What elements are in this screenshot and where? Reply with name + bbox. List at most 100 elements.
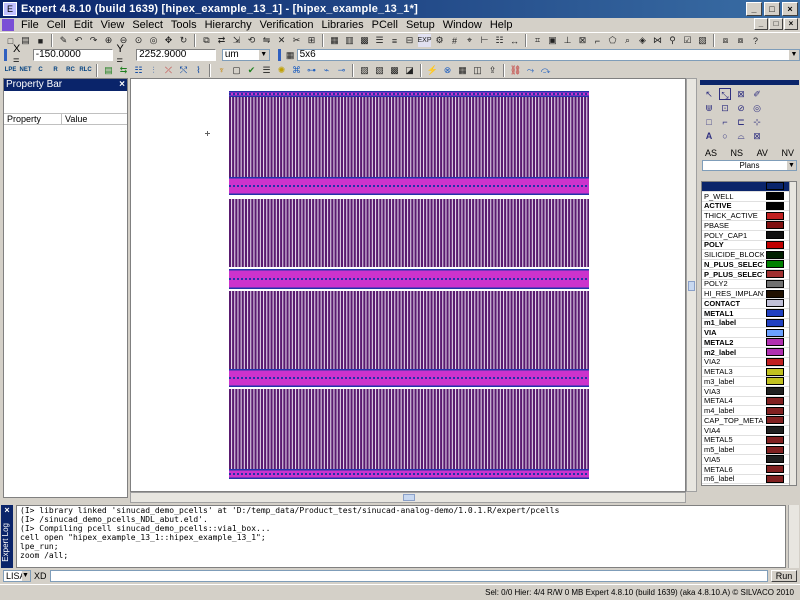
merge-icon[interactable]: ⊞ bbox=[305, 34, 318, 47]
mdi-restore-button[interactable]: □ bbox=[769, 18, 783, 30]
zoom-box-icon[interactable]: ◎ bbox=[147, 34, 160, 47]
layer-color-swatch[interactable] bbox=[766, 250, 784, 259]
layer-row[interactable]: P_WELL bbox=[702, 192, 796, 202]
trace-icon[interactable]: ⌁ bbox=[320, 64, 333, 77]
view-3d-icon[interactable]: ◪ bbox=[403, 64, 416, 77]
layout-canvas[interactable] bbox=[130, 78, 686, 492]
connect-icon[interactable]: ⌇ bbox=[192, 64, 205, 77]
layer-color-swatch[interactable] bbox=[766, 328, 784, 337]
rc-view-icon[interactable]: ⊗ bbox=[441, 64, 454, 77]
layer-color-swatch[interactable] bbox=[766, 406, 784, 415]
layer-row[interactable]: POLY2 bbox=[702, 279, 796, 290]
layer-color-swatch[interactable] bbox=[766, 289, 784, 298]
path-tool-icon[interactable]: ⌐ bbox=[719, 116, 731, 128]
value-column-header[interactable]: Value bbox=[62, 114, 87, 124]
zoom-in-icon[interactable]: ⊕ bbox=[102, 34, 115, 47]
filter-icon[interactable]: ⫶ bbox=[147, 64, 160, 77]
layer-row[interactable]: N_PLUS_SELECT bbox=[702, 260, 796, 270]
lpe-button[interactable]: LPE bbox=[4, 64, 17, 77]
lightbulb-icon[interactable]: ✺ bbox=[275, 64, 288, 77]
drc-icon[interactable]: ▤ bbox=[102, 64, 115, 77]
layer-row[interactable]: CAP_TOP_METAL bbox=[702, 416, 796, 426]
report-icon[interactable]: ▧ bbox=[696, 34, 709, 47]
layer-row[interactable]: METAL5 bbox=[702, 435, 796, 446]
layer-color-swatch[interactable] bbox=[766, 182, 784, 191]
layer-color-swatch[interactable] bbox=[766, 445, 784, 454]
view-layout-icon[interactable]: ▧ bbox=[373, 64, 386, 77]
tab-as[interactable]: AS bbox=[705, 148, 717, 158]
circle-target-icon[interactable]: ◎ bbox=[751, 102, 763, 114]
pin-icon[interactable]: ⊥ bbox=[561, 34, 574, 47]
probe-net-icon[interactable]: ⤼ bbox=[539, 64, 552, 77]
highlight-icon[interactable]: ◈ bbox=[636, 34, 649, 47]
language-select[interactable]: LISA ▼ bbox=[3, 570, 31, 582]
layer-row[interactable] bbox=[702, 182, 796, 192]
layers-icon[interactable]: ☷ bbox=[493, 34, 506, 47]
distribute-icon[interactable]: ≡ bbox=[388, 34, 401, 47]
layer-color-swatch[interactable] bbox=[766, 260, 784, 269]
y-coordinate-field[interactable]: 2252.9000 bbox=[136, 49, 216, 61]
via-icon[interactable]: ⊠ bbox=[576, 34, 589, 47]
layer-color-swatch[interactable] bbox=[766, 435, 784, 444]
menu-select[interactable]: Select bbox=[128, 18, 167, 32]
layer-color-swatch[interactable] bbox=[766, 231, 784, 240]
probe-icon[interactable]: ⚲ bbox=[666, 34, 679, 47]
layer-row[interactable]: METAL6 bbox=[702, 465, 796, 475]
layer-row[interactable]: SILICIDE_BLOCK bbox=[702, 250, 796, 260]
canvas-horizontal-scrollbar[interactable] bbox=[130, 492, 686, 503]
zoom-region-icon[interactable]: ⊡ bbox=[719, 102, 731, 114]
unlink-icon[interactable]: ⤳ bbox=[524, 64, 537, 77]
rc-button[interactable]: RC bbox=[64, 64, 77, 77]
layer-color-swatch[interactable] bbox=[766, 192, 784, 201]
mdi-close-button[interactable]: × bbox=[784, 18, 798, 30]
run-button[interactable]: Run bbox=[771, 570, 797, 582]
tab-av[interactable]: AV bbox=[757, 148, 768, 158]
table-icon[interactable]: ☷ bbox=[132, 64, 145, 77]
ruler-icon[interactable]: ⊢ bbox=[478, 34, 491, 47]
layer-row[interactable]: CONTACT bbox=[702, 299, 796, 309]
layer-row[interactable]: m3_label bbox=[702, 377, 796, 387]
layer-row[interactable]: METAL1 bbox=[702, 309, 796, 319]
net-button[interactable]: NET bbox=[19, 64, 32, 77]
view-cross-icon[interactable]: ▩ bbox=[388, 64, 401, 77]
pencil-icon[interactable]: ✎ bbox=[57, 34, 70, 47]
cross-icon[interactable]: ⤫ bbox=[162, 64, 175, 77]
link-icon[interactable]: ⛓ bbox=[509, 64, 522, 77]
hierarchy-icon[interactable]: ⊟ bbox=[403, 34, 416, 47]
node-icon[interactable]: ⊶ bbox=[305, 64, 318, 77]
magnet-icon[interactable]: ⋓ bbox=[703, 102, 715, 114]
layer-color-swatch[interactable] bbox=[766, 396, 784, 405]
undo-icon[interactable]: ↶ bbox=[72, 34, 85, 47]
instance-icon[interactable]: ⌗ bbox=[531, 34, 544, 47]
layer-row[interactable]: POLY bbox=[702, 240, 796, 251]
split-icon[interactable]: ⤲ bbox=[177, 64, 190, 77]
menu-verification[interactable]: Verification bbox=[256, 18, 318, 32]
menu-pcell[interactable]: PCell bbox=[368, 18, 402, 32]
layer-row[interactable]: POLY_CAP1 bbox=[702, 231, 796, 241]
layer-color-swatch[interactable] bbox=[766, 387, 784, 396]
layer-color-swatch[interactable] bbox=[766, 270, 784, 279]
instance-tool-icon[interactable]: ⊠ bbox=[751, 130, 763, 142]
net-icon[interactable]: ⋈ bbox=[651, 34, 664, 47]
layer-color-swatch[interactable] bbox=[766, 240, 784, 249]
rc-export-icon[interactable]: ⇪ bbox=[486, 64, 499, 77]
layer-row[interactable]: VIA bbox=[702, 328, 796, 338]
search-icon[interactable]: ⌕ bbox=[621, 34, 634, 47]
path-icon[interactable]: ⌐ bbox=[591, 34, 604, 47]
stepping-select[interactable]: 5x6 ▼ bbox=[296, 49, 800, 61]
select-layer-icon[interactable]: ⊠ bbox=[735, 88, 747, 100]
property-column-header[interactable]: Property bbox=[4, 114, 62, 124]
move-icon[interactable]: ⇄ bbox=[215, 34, 228, 47]
menu-file[interactable]: File bbox=[17, 18, 43, 32]
layer-color-swatch[interactable] bbox=[766, 455, 784, 464]
layer-color-swatch[interactable] bbox=[766, 299, 784, 308]
plans-select[interactable]: Plans ▼ bbox=[702, 160, 797, 171]
cut-icon[interactable]: ✂ bbox=[290, 34, 303, 47]
menu-window[interactable]: Window bbox=[439, 18, 486, 32]
marker-icon[interactable]: ♆ bbox=[215, 64, 228, 77]
align-icon[interactable]: ☰ bbox=[373, 34, 386, 47]
rlc-button[interactable]: RLC bbox=[79, 64, 92, 77]
layer-row[interactable]: m4_label bbox=[702, 406, 796, 416]
layer-color-swatch[interactable] bbox=[766, 416, 784, 425]
arc-icon[interactable]: ⌓ bbox=[735, 130, 747, 142]
